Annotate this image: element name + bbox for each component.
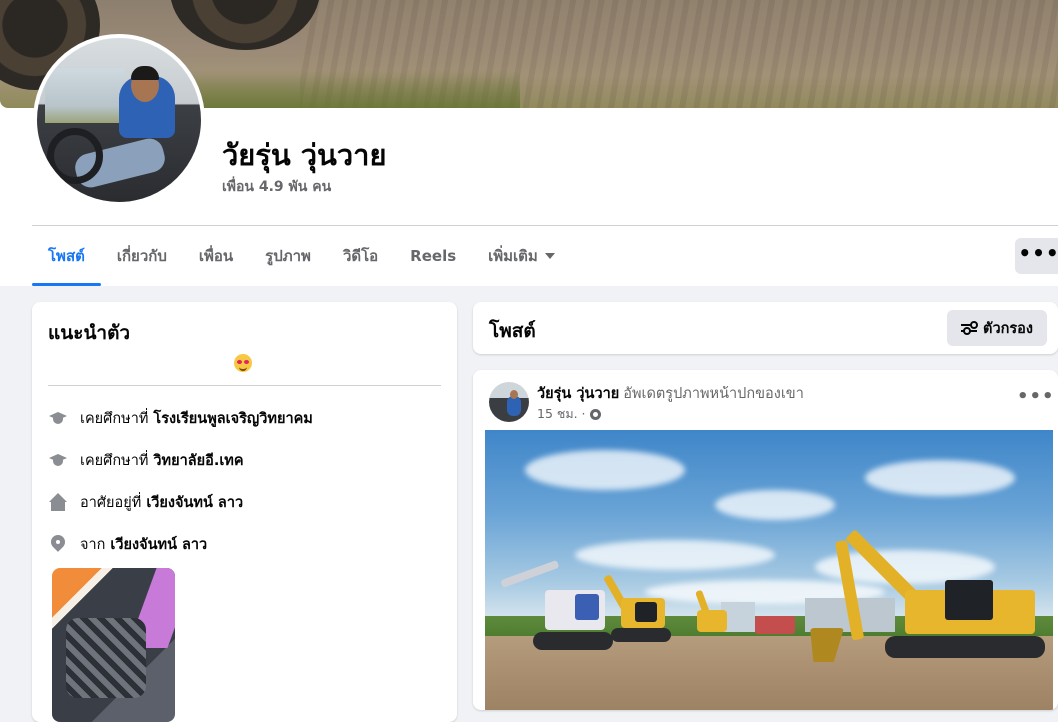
profile-picture[interactable] [33, 34, 205, 206]
post-meta: 15 ชม. · [537, 404, 601, 424]
tab-posts[interactable]: โพสต์ [32, 238, 101, 286]
graduation-cap-icon [48, 450, 68, 470]
location-pin-icon [48, 534, 68, 554]
profile-name: วัยรุ่น วุ่นวาย [222, 138, 387, 172]
post-image[interactable] [485, 430, 1053, 710]
tab-more[interactable]: เพิ่มเติม [472, 238, 571, 286]
friends-count[interactable]: เพื่อน 4.9 พัน คน [222, 176, 331, 198]
featured-photo[interactable] [52, 568, 175, 722]
smiling-face-hearts-icon [234, 354, 252, 372]
filter-sliders-icon [961, 321, 979, 335]
intro-item-value[interactable]: โรงเรียนพูลเจริญวิทยาคม [153, 407, 312, 430]
post-author-name[interactable]: วัยรุ่น วุ่นวาย [537, 386, 619, 402]
post-options-button[interactable]: ••• [1017, 386, 1055, 407]
header-divider [32, 225, 1058, 226]
intro-item-value[interactable]: วิทยาลัยอี.เทค [153, 449, 243, 472]
intro-item-education-2: เคยศึกษาที่ วิทยาลัยอี.เทค [48, 448, 244, 472]
intro-item-prefix: อาศัยอยู่ที่ [80, 494, 142, 511]
profile-tabs: โพสต์ เกี่ยวกับ เพื่อน รูปภาพ วิดีโอ Ree… [32, 238, 571, 286]
intro-item-value[interactable]: เวียงจันทน์ ลาว [110, 533, 207, 556]
tab-more-label: เพิ่มเติม [488, 247, 538, 265]
intro-item-lives-in: อาศัยอยู่ที่ เวียงจันทน์ ลาว [48, 490, 243, 514]
graduation-cap-icon [48, 408, 68, 428]
posts-header-card: โพสต์ ตัวกรอง [473, 302, 1058, 354]
tab-photos[interactable]: รูปภาพ [249, 238, 327, 286]
post-card: วัยรุ่น วุ่นวาย อัพเดตรูปภาพหน้าปกของเขา … [473, 370, 1058, 710]
filter-button-label: ตัวกรอง [983, 320, 1033, 337]
intro-item-prefix: จาก [80, 536, 106, 553]
cover-tire [170, 0, 320, 50]
intro-item-value[interactable]: เวียงจันทน์ ลาว [146, 491, 243, 514]
tab-videos[interactable]: วิดีโอ [327, 238, 394, 286]
caret-down-icon [544, 253, 555, 259]
posts-title: โพสต์ [489, 320, 536, 342]
intro-divider [48, 385, 441, 386]
post-headline: วัยรุ่น วุ่นวาย อัพเดตรูปภาพหน้าปกของเขา [537, 382, 804, 405]
intro-item-prefix: เคยศึกษาที่ [80, 410, 149, 427]
post-author-avatar[interactable] [489, 382, 529, 422]
post-action-text: อัพเดตรูปภาพหน้าปกของเขา [623, 386, 804, 402]
globe-icon [589, 408, 601, 420]
intro-item-from: จาก เวียงจันทน์ ลาว [48, 532, 207, 556]
home-icon [48, 492, 68, 512]
tab-about[interactable]: เกี่ยวกับ [101, 238, 183, 286]
tab-friends[interactable]: เพื่อน [183, 238, 249, 286]
intro-item-education-1: เคยศึกษาที่ โรงเรียนพูลเจริญวิทยาคม [48, 406, 313, 430]
cover-grass [190, 70, 520, 108]
profile-more-button[interactable]: ••• [1015, 238, 1058, 274]
tab-reels[interactable]: Reels [394, 238, 472, 286]
intro-item-prefix: เคยศึกษาที่ [80, 452, 149, 469]
intro-card: แนะนำตัว เคยศึกษาที่ โรงเรียนพูลเจริญวิท… [32, 302, 457, 722]
filter-button[interactable]: ตัวกรอง [947, 310, 1047, 346]
post-timestamp[interactable]: 15 ชม. · [537, 404, 586, 424]
intro-title: แนะนำตัว [48, 322, 131, 344]
